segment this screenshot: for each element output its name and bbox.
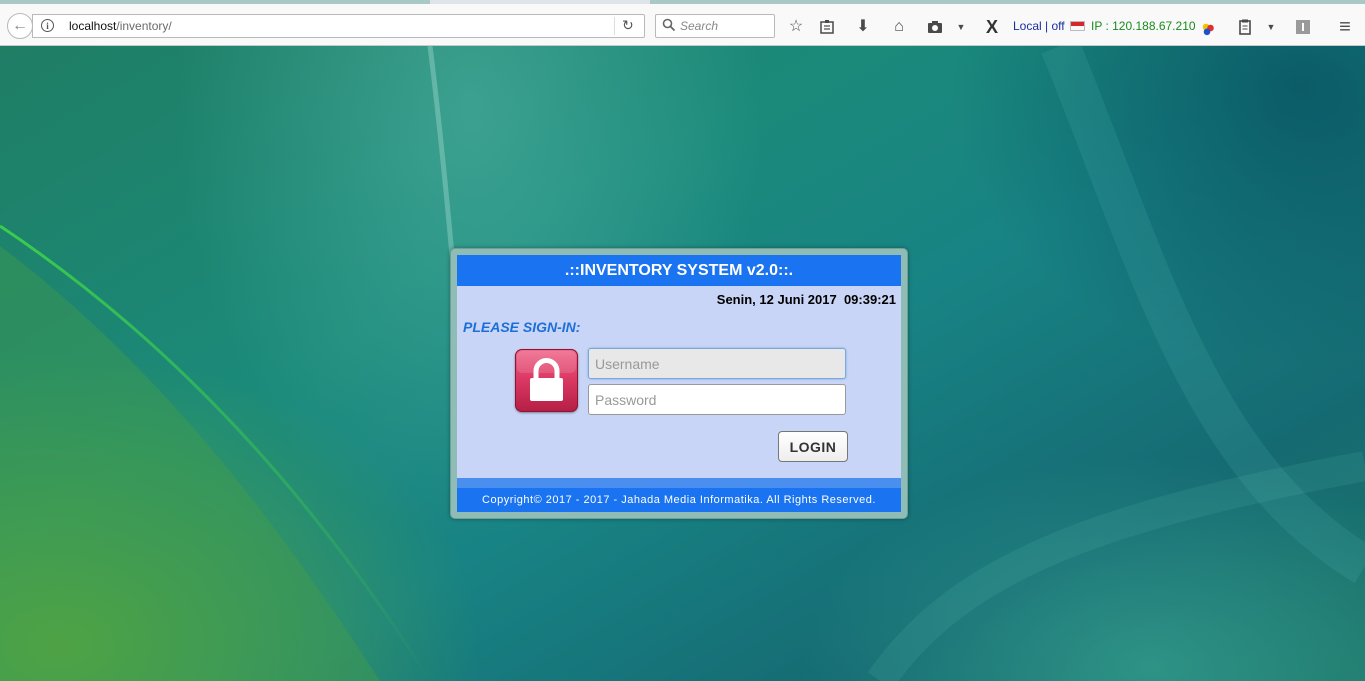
url-bar[interactable]: i localhost/inventory/ ↻	[32, 14, 645, 38]
login-panel: .::INVENTORY SYSTEM v2.0::. Senin, 12 Ju…	[450, 248, 908, 519]
ip-address[interactable]: IP : 120.188.67.210	[1091, 19, 1196, 33]
reload-icon[interactable]: ↻	[622, 17, 634, 34]
flag-icon	[1070, 21, 1085, 31]
toggle-icon[interactable]	[1293, 17, 1313, 37]
x-icon[interactable]: X	[982, 17, 1002, 37]
chevron-down-icon[interactable]: ▼	[1261, 17, 1281, 37]
home-icon[interactable]: ⌂	[889, 17, 909, 37]
search-input[interactable]: Search	[655, 14, 775, 38]
reading-list-icon[interactable]	[817, 17, 837, 37]
signin-label: PLEASE SIGN-IN:	[463, 319, 581, 335]
copyright-footer: Copyright© 2017 - 2017 - Jahada Media In…	[457, 488, 901, 512]
info-icon[interactable]: i	[41, 19, 54, 32]
bookmark-star-icon[interactable]: ☆	[786, 17, 806, 37]
password-input[interactable]	[588, 384, 846, 415]
login-panel-body: .::INVENTORY SYSTEM v2.0::. Senin, 12 Ju…	[457, 255, 901, 512]
addon-status[interactable]: Local | off	[1013, 19, 1065, 33]
url-host: localhost	[69, 19, 117, 33]
footer-accent-bar	[457, 478, 901, 488]
back-arrow-icon[interactable]: ←	[7, 13, 33, 39]
panel-title: .::INVENTORY SYSTEM v2.0::.	[457, 255, 901, 286]
login-button[interactable]: LOGIN	[778, 431, 848, 462]
colored-dots-icon[interactable]	[1201, 22, 1215, 36]
url-divider	[614, 17, 615, 35]
url-path: /inventory/	[116, 19, 172, 33]
search-placeholder: Search	[680, 19, 719, 33]
clipboard-icon[interactable]	[1235, 17, 1255, 37]
camera-icon[interactable]	[925, 17, 945, 37]
username-input[interactable]	[588, 348, 846, 379]
lock-icon	[515, 349, 578, 412]
browser-toolbar: i localhost/inventory/ ↻ ← Search ☆ ⬇ ⌂ …	[0, 4, 1365, 46]
menu-icon[interactable]: ≡	[1335, 17, 1355, 37]
url-text[interactable]: localhost/inventory/	[69, 19, 172, 33]
download-icon[interactable]: ⬇	[853, 17, 873, 37]
date-time: Senin, 12 Juni 2017 09:39:21	[716, 292, 896, 307]
chevron-down-icon[interactable]: ▼	[951, 17, 971, 37]
search-icon	[662, 18, 676, 32]
